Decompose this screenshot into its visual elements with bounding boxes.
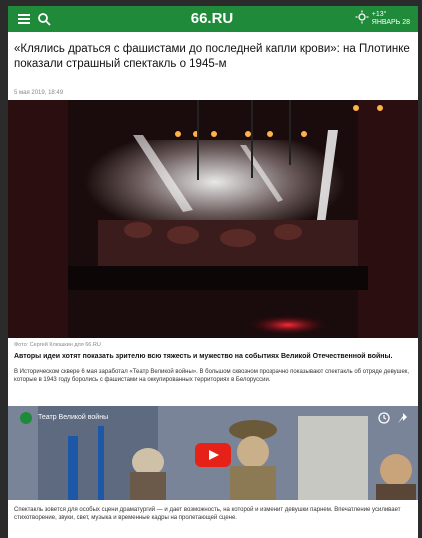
site-logo[interactable]: 66.RU <box>188 9 236 29</box>
article-lead: Авторы идеи хотят показать зрителю всю т… <box>14 353 393 360</box>
weather-widget[interactable]: +13° ЯНВАРЬ 28 <box>355 10 410 27</box>
channel-avatar-icon[interactable] <box>20 411 32 424</box>
article-title: «Клялись драться с фашистами до последне… <box>14 43 410 70</box>
play-button[interactable] <box>195 443 231 467</box>
article-date: 5 мая 2019, 18:49 <box>14 90 64 96</box>
share-icon[interactable] <box>396 411 408 423</box>
site-header: 66.RU +13° ЯНВАРЬ 28 <box>8 6 418 32</box>
article-body: В Историческом сквере 6 мая заработал «Т… <box>14 369 410 383</box>
weather-date: ЯНВАРЬ 28 <box>371 18 410 26</box>
menu-icon[interactable] <box>16 11 32 27</box>
video-player[interactable]: Театр Великой войны <box>8 406 418 500</box>
video-title[interactable]: Театр Великой войны <box>38 414 108 421</box>
article-photo <box>8 100 418 338</box>
article-page: 66.RU +13° ЯНВАРЬ 28 «Клялись драться с … <box>8 6 418 538</box>
photo-credit: Фото: Сергей Клюшкин для 66.RU <box>14 342 101 348</box>
sun-icon <box>355 10 369 27</box>
search-icon[interactable] <box>36 11 52 27</box>
weather-temp: +13° <box>371 10 387 18</box>
clock-icon[interactable] <box>378 411 390 424</box>
article-footer-text: Спектакль зовется для особых сцени драма… <box>14 507 401 521</box>
